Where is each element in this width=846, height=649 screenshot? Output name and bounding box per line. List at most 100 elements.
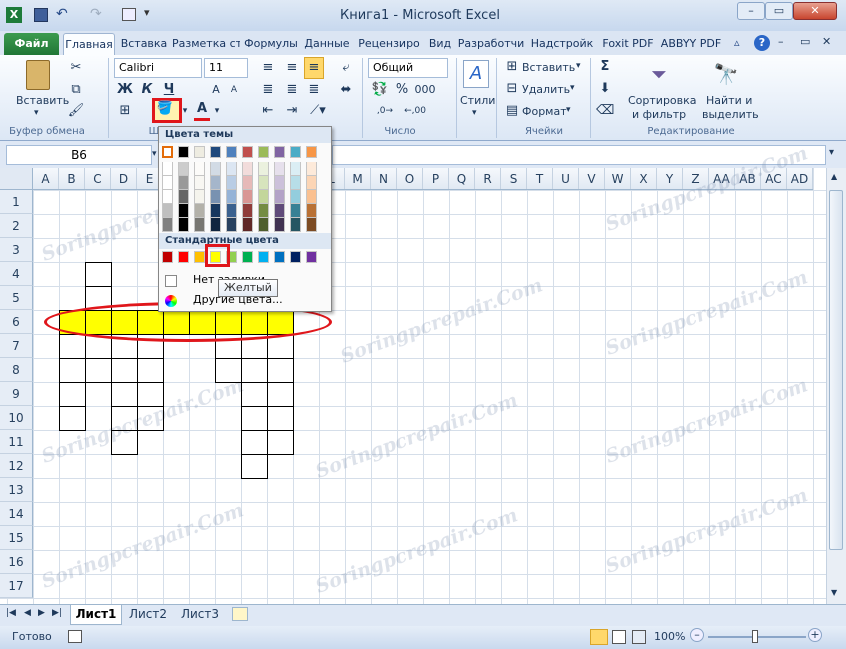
comma-style-icon[interactable]: 000 <box>414 80 436 100</box>
increase-indent-icon[interactable]: ⇥ <box>282 101 302 121</box>
tab-addins[interactable]: Надстройк <box>529 33 595 55</box>
ribbon-collapse-icon[interactable]: ▵ <box>734 36 740 49</box>
theme-color-swatch[interactable] <box>162 146 173 158</box>
theme-shade-swatch[interactable] <box>242 190 253 204</box>
insert-sheet-icon[interactable] <box>232 607 248 621</box>
theme-shade-swatch[interactable] <box>274 162 285 176</box>
bordered-cell[interactable] <box>241 358 268 383</box>
prev-sheet-icon[interactable]: ◀ <box>24 608 31 618</box>
row-header[interactable]: 11 <box>0 430 33 454</box>
row-header[interactable]: 16 <box>0 550 33 574</box>
borders-icon[interactable]: ⊞ <box>116 101 134 121</box>
styles-dropdown-icon[interactable]: ▾ <box>472 108 477 118</box>
tab-developer[interactable]: Разработчи <box>456 33 526 55</box>
column-header[interactable]: Q <box>449 168 475 189</box>
column-header[interactable]: T <box>527 168 553 189</box>
bordered-cell[interactable] <box>111 382 138 407</box>
grow-font-icon[interactable]: A <box>208 80 224 100</box>
select-all-corner[interactable] <box>0 168 33 190</box>
theme-color-swatch[interactable] <box>274 146 285 158</box>
column-header[interactable]: AD <box>787 168 813 189</box>
redo-icon[interactable]: ↷ <box>90 6 102 22</box>
format-cells-button[interactable]: Формат <box>522 105 567 118</box>
theme-shade-swatch[interactable] <box>210 190 221 204</box>
macro-record-icon[interactable] <box>68 630 82 643</box>
scroll-up-icon[interactable]: ▲ <box>831 172 837 181</box>
theme-shade-swatch[interactable] <box>242 162 253 176</box>
bordered-cell[interactable] <box>59 334 86 359</box>
tab-view[interactable]: Вид <box>426 33 454 55</box>
help-icon[interactable]: ? <box>754 35 770 51</box>
paste-icon[interactable] <box>26 60 50 90</box>
theme-color-swatch[interactable] <box>226 146 237 158</box>
clear-icon[interactable]: ⌫ <box>596 101 614 121</box>
standard-color-swatch[interactable] <box>194 251 205 263</box>
fill-dropdown-icon[interactable]: ▾ <box>180 101 190 121</box>
next-sheet-icon[interactable]: ▶ <box>38 608 45 618</box>
bordered-cell[interactable] <box>137 382 164 407</box>
tab-home[interactable]: Главная <box>63 33 115 55</box>
bordered-cell[interactable] <box>267 406 294 431</box>
theme-shade-swatch[interactable] <box>258 204 269 218</box>
column-header[interactable]: M <box>345 168 371 189</box>
row-header[interactable]: 9 <box>0 382 33 406</box>
normal-view-icon[interactable] <box>590 629 608 645</box>
tab-review[interactable]: Рецензиро <box>355 33 423 55</box>
theme-shade-swatch[interactable] <box>306 218 317 232</box>
align-middle-icon[interactable]: ≡ <box>282 58 302 78</box>
zoom-slider-thumb[interactable] <box>752 630 758 643</box>
align-left-icon[interactable]: ≣ <box>258 80 278 100</box>
row-header[interactable]: 14 <box>0 502 33 526</box>
row-header[interactable]: 13 <box>0 478 33 502</box>
theme-shade-swatch[interactable] <box>274 204 285 218</box>
vertical-scrollbar[interactable]: ▲ ▼ <box>826 168 846 604</box>
currency-icon[interactable]: 💱 <box>370 80 390 100</box>
theme-shade-swatch[interactable] <box>258 190 269 204</box>
column-header[interactable]: C <box>85 168 111 189</box>
bordered-cell[interactable] <box>215 358 242 383</box>
theme-shade-swatch[interactable] <box>162 176 173 190</box>
styles-button[interactable]: Стили <box>460 94 495 107</box>
bordered-cell[interactable] <box>59 382 86 407</box>
theme-shade-swatch[interactable] <box>178 204 189 218</box>
theme-shade-swatch[interactable] <box>306 190 317 204</box>
underline-button[interactable]: Ч <box>160 80 178 100</box>
bordered-cell[interactable] <box>241 406 268 431</box>
row-header[interactable]: 10 <box>0 406 33 430</box>
page-layout-view-icon[interactable] <box>612 630 626 644</box>
zoom-level[interactable]: 100% <box>654 630 685 643</box>
sheet-tab-1[interactable]: Лист1 <box>70 605 122 625</box>
fill-down-icon[interactable]: ⬇ <box>596 79 614 99</box>
theme-shade-swatch[interactable] <box>226 218 237 232</box>
theme-shade-swatch[interactable] <box>194 176 205 190</box>
align-top-icon[interactable]: ≡ <box>258 58 278 78</box>
column-header[interactable]: N <box>371 168 397 189</box>
tab-formulas[interactable]: Формулы <box>243 33 299 55</box>
theme-shade-swatch[interactable] <box>194 218 205 232</box>
theme-color-swatch[interactable] <box>290 146 301 158</box>
row-header[interactable]: 15 <box>0 526 33 550</box>
column-header[interactable]: V <box>579 168 605 189</box>
align-bottom-icon[interactable]: ≡ <box>304 57 324 79</box>
bordered-cell[interactable] <box>241 454 268 479</box>
theme-shade-swatch[interactable] <box>290 176 301 190</box>
insert-dropdown-icon[interactable]: ▾ <box>576 61 581 71</box>
theme-shade-swatch[interactable] <box>290 190 301 204</box>
bordered-cell[interactable] <box>59 406 86 431</box>
insert-cells-button[interactable]: Вставить <box>522 61 575 74</box>
bordered-cell[interactable] <box>59 358 86 383</box>
sort-filter-button-line2[interactable]: и фильтр <box>632 108 686 121</box>
bordered-cell[interactable] <box>267 430 294 455</box>
standard-color-swatch[interactable] <box>274 251 285 263</box>
theme-shade-swatch[interactable] <box>178 162 189 176</box>
copy-icon[interactable]: ⧉ <box>66 80 86 100</box>
font-size-combo[interactable]: 11 <box>204 58 248 78</box>
theme-shade-swatch[interactable] <box>258 162 269 176</box>
theme-shade-swatch[interactable] <box>258 176 269 190</box>
column-header[interactable]: O <box>397 168 423 189</box>
orientation-icon[interactable]: ⟋▾ <box>304 101 332 121</box>
theme-shade-swatch[interactable] <box>290 162 301 176</box>
theme-color-swatch[interactable] <box>258 146 269 158</box>
theme-shade-swatch[interactable] <box>162 204 173 218</box>
align-center-icon[interactable]: ≣ <box>282 80 302 100</box>
